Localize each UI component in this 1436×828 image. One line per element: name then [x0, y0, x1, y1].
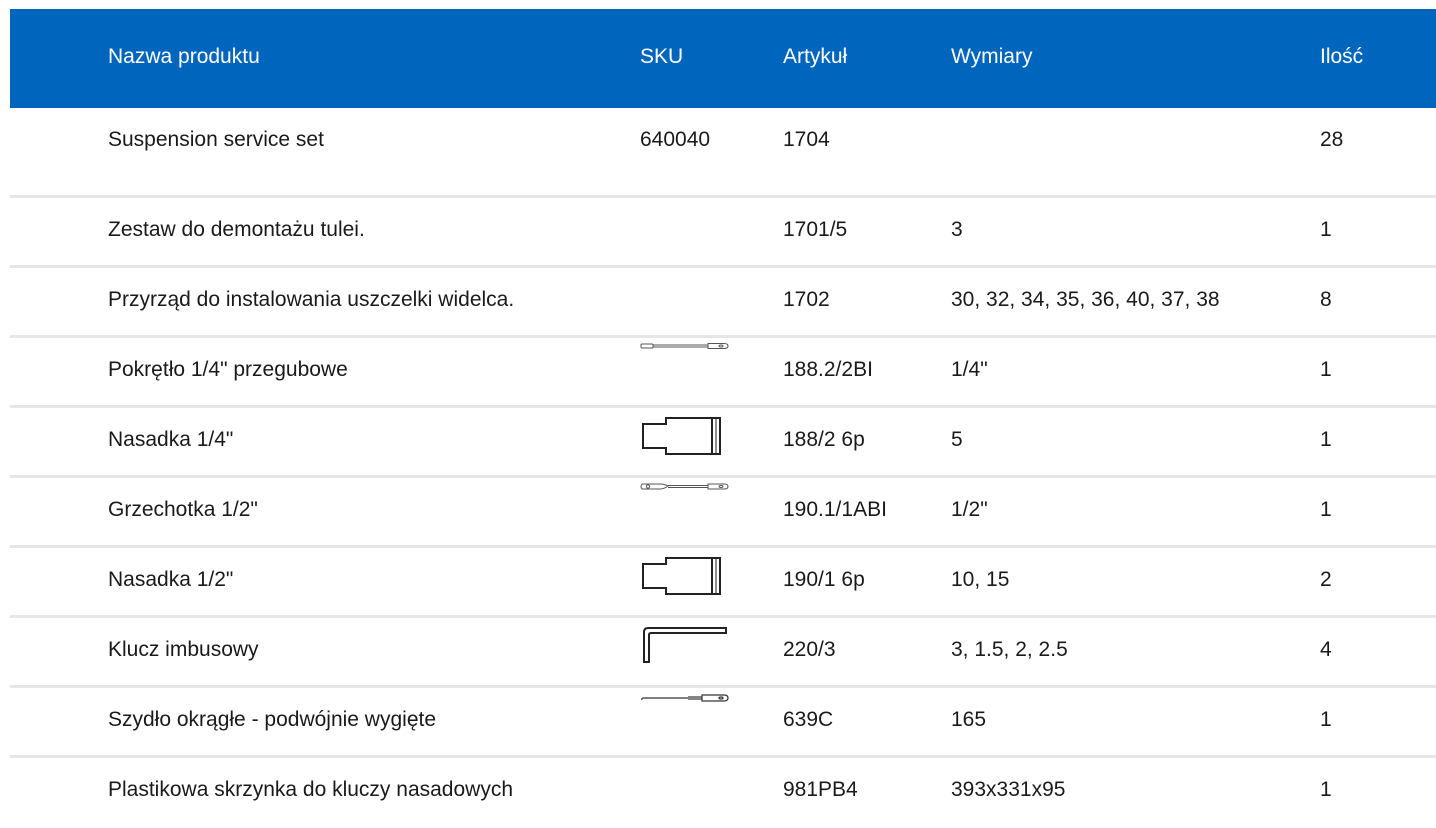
product-name: Szydło okrągłe - podwójnie wygięte — [108, 708, 437, 731]
product-name: Grzechotka 1/2" — [108, 498, 258, 521]
product-article: 1701/5 — [783, 218, 848, 241]
product-article: 1702 — [783, 288, 830, 311]
product-name: Plastikowa skrzynka do kluczy nasadowych — [108, 778, 514, 801]
product-name: Przyrząd do instalowania uszczelki widel… — [108, 288, 515, 311]
hinged-handle-icon — [638, 342, 730, 390]
product-dimensions: 30, 32, 34, 35, 36, 40, 37, 38 — [951, 288, 1220, 311]
product-dimensions: 1/4" — [951, 358, 988, 381]
product-dimensions: 10, 15 — [951, 568, 1010, 591]
table-row[interactable]: Nasadka 1/2" 190/1 6p 10, 15 2 — [10, 548, 1436, 618]
table-row[interactable]: Nasadka 1/4" 188/2 6p 5 1 — [10, 408, 1436, 478]
table-row[interactable]: Zestaw do demontażu tulei. 1701/5 3 1 — [10, 198, 1436, 268]
product-article: 190/1 6p — [783, 568, 865, 591]
product-quantity: 1 — [1320, 708, 1332, 731]
product-name: Klucz imbusowy — [108, 638, 259, 661]
product-name: Nasadka 1/2" — [108, 568, 234, 591]
product-quantity: 28 — [1320, 128, 1344, 151]
socket-icon — [638, 552, 730, 600]
product-quantity: 8 — [1320, 288, 1332, 311]
product-dimensions: 1/2" — [951, 498, 988, 521]
column-header-article[interactable]: Artykuł — [783, 9, 847, 108]
table-header: Nazwa produktu SKU Artykuł Wymiary Ilość — [10, 9, 1436, 108]
product-quantity: 1 — [1320, 498, 1332, 521]
product-article: 981PB4 — [783, 778, 858, 801]
product-quantity: 1 — [1320, 428, 1332, 451]
product-quantity: 1 — [1320, 218, 1332, 241]
product-article: 188.2/2BI — [783, 358, 873, 381]
ratchet-icon — [638, 482, 730, 530]
product-name: Suspension service set — [108, 128, 324, 151]
table-row[interactable]: Przyrząd do instalowania uszczelki widel… — [10, 268, 1436, 338]
product-dimensions: 3 — [951, 218, 963, 241]
column-header-dimensions[interactable]: Wymiary — [951, 9, 1032, 108]
column-header-sku[interactable]: SKU — [640, 9, 683, 108]
product-article: 190.1/1ABI — [783, 498, 887, 521]
table-row[interactable]: Szydło okrągłe - podwójnie wygięte 639C … — [10, 688, 1436, 758]
product-quantity: 4 — [1320, 638, 1332, 661]
product-dimensions: 3, 1.5, 2, 2.5 — [951, 638, 1068, 661]
product-quantity: 2 — [1320, 568, 1332, 591]
product-name: Nasadka 1/4" — [108, 428, 234, 451]
table-row[interactable]: Pokrętło 1/4" przegubowe 188.2/2BI 1/4" … — [10, 338, 1436, 408]
column-header-name[interactable]: Nazwa produktu — [108, 9, 260, 108]
product-dimensions: 165 — [951, 708, 987, 731]
product-article: 220/3 — [783, 638, 836, 661]
awl-icon — [638, 692, 730, 740]
hex-key-icon — [638, 622, 730, 670]
socket-icon — [638, 412, 730, 460]
product-dimensions: 5 — [951, 428, 963, 451]
product-name: Zestaw do demontażu tulei. — [108, 218, 365, 241]
product-article: 1704 — [783, 128, 830, 151]
product-table: Nazwa produktu SKU Artykuł Wymiary Ilość… — [10, 9, 1436, 828]
table-row[interactable]: Klucz imbusowy 220/3 3, 1.5, 2, 2.5 4 — [10, 618, 1436, 688]
column-header-quantity[interactable]: Ilość — [1320, 9, 1363, 108]
product-article: 639C — [783, 708, 834, 731]
product-sku: 640040 — [640, 128, 711, 151]
product-quantity: 1 — [1320, 358, 1332, 381]
table-row[interactable]: Grzechotka 1/2" 190.1/1ABI 1/2" 1 — [10, 478, 1436, 548]
product-article: 188/2 6p — [783, 428, 865, 451]
product-name: Pokrętło 1/4" przegubowe — [108, 358, 348, 381]
table-row[interactable]: Suspension service set 640040 1704 28 — [10, 108, 1436, 198]
product-dimensions: 393x331x95 — [951, 778, 1066, 801]
product-quantity: 1 — [1320, 778, 1332, 801]
